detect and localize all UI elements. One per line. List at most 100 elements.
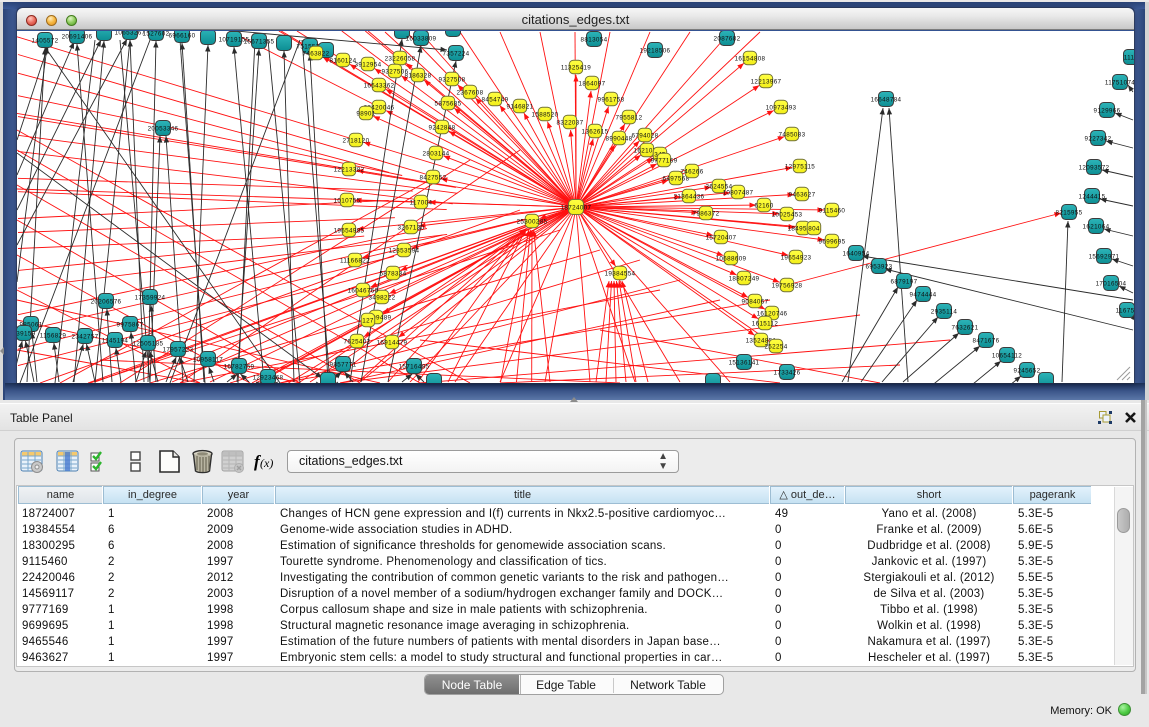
svg-text:8427552: 8427552 bbox=[420, 175, 447, 182]
svg-text:1640954: 1640954 bbox=[843, 251, 870, 258]
svg-text:804: 804 bbox=[808, 226, 820, 233]
svg-text:12353594: 12353594 bbox=[389, 248, 420, 255]
svg-text:8813054: 8813054 bbox=[581, 37, 608, 44]
svg-text:10958117: 10958117 bbox=[193, 357, 223, 364]
svg-text:8160124: 8160124 bbox=[330, 58, 357, 65]
svg-text:17016504: 17016504 bbox=[1096, 281, 1127, 288]
svg-text:3498222: 3498222 bbox=[369, 295, 396, 302]
svg-text:8215955: 8215955 bbox=[1056, 210, 1083, 217]
svg-text:7955812: 7955812 bbox=[616, 115, 643, 122]
svg-text:19654985: 19654985 bbox=[334, 228, 365, 235]
svg-text:9463627: 9463627 bbox=[789, 192, 816, 199]
svg-text:1362615: 1362615 bbox=[582, 129, 609, 136]
svg-text:127: 127 bbox=[362, 318, 374, 325]
svg-text:3912954: 3912954 bbox=[355, 62, 382, 69]
svg-text:10653267: 10653267 bbox=[115, 31, 146, 37]
svg-text:15720407: 15720407 bbox=[706, 235, 737, 242]
svg-text:12213382: 12213382 bbox=[334, 167, 365, 174]
svg-text:20691406: 20691406 bbox=[62, 34, 93, 41]
svg-text:6794028: 6794028 bbox=[632, 133, 659, 140]
svg-text:19654923: 19654923 bbox=[781, 255, 812, 262]
svg-text:9961758: 9961758 bbox=[598, 97, 625, 104]
svg-text:5875685: 5875685 bbox=[435, 101, 462, 108]
svg-text:6879197: 6879197 bbox=[891, 279, 918, 286]
svg-text:8322037: 8322037 bbox=[557, 120, 584, 127]
svg-text:2342757: 2342757 bbox=[72, 334, 99, 341]
svg-text:10654112: 10654112 bbox=[992, 353, 1022, 360]
svg-text:62160: 62160 bbox=[754, 203, 773, 210]
svg-text:15692971: 15692971 bbox=[1089, 254, 1120, 261]
svg-text:7485083: 7485083 bbox=[779, 132, 806, 139]
svg-text:2803144: 2803144 bbox=[423, 151, 450, 158]
svg-text:20053346: 20053346 bbox=[148, 126, 179, 133]
svg-text:2367608: 2367608 bbox=[457, 90, 484, 97]
svg-text:8186328: 8186328 bbox=[405, 73, 432, 80]
svg-text:8454749: 8454749 bbox=[482, 97, 509, 104]
svg-text:1117: 1117 bbox=[1124, 55, 1134, 62]
svg-text:16648784: 16648784 bbox=[871, 97, 902, 104]
svg-text:9474444: 9474444 bbox=[910, 292, 937, 299]
svg-text:19384554: 19384554 bbox=[605, 271, 636, 278]
svg-text:9975867: 9975867 bbox=[117, 322, 144, 329]
svg-text:9242848: 9242848 bbox=[429, 125, 456, 132]
svg-text:23226058: 23226058 bbox=[385, 56, 416, 63]
svg-text:252254: 252254 bbox=[764, 344, 787, 351]
svg-text:2935114: 2935114 bbox=[931, 309, 958, 316]
svg-text:10688609: 10688609 bbox=[716, 256, 747, 263]
svg-text:6953923: 6953923 bbox=[866, 264, 893, 271]
svg-text:17359924: 17359924 bbox=[135, 295, 166, 302]
svg-text:12093572: 12093572 bbox=[1079, 165, 1110, 172]
svg-text:16914479: 16914479 bbox=[377, 340, 408, 347]
svg-text:7986372: 7986372 bbox=[693, 211, 720, 218]
svg-text:9245652: 9245652 bbox=[1014, 368, 1041, 375]
svg-text:18807249: 18807249 bbox=[729, 276, 760, 283]
svg-text:16782759: 16782759 bbox=[224, 364, 255, 371]
svg-text:20206576: 20206576 bbox=[91, 299, 122, 306]
svg-text:3267130: 3267130 bbox=[398, 225, 425, 232]
svg-text:12923468: 12923468 bbox=[253, 375, 284, 382]
svg-text:7463822: 7463822 bbox=[303, 51, 330, 58]
svg-text:2087682: 2087682 bbox=[714, 36, 741, 43]
svg-text:9857771: 9857771 bbox=[330, 362, 357, 369]
svg-text:9146821: 9146821 bbox=[507, 104, 534, 111]
svg-text:116753: 116753 bbox=[1116, 308, 1134, 315]
svg-text:9227342: 9227342 bbox=[1085, 136, 1112, 143]
svg-text:1010755: 1010755 bbox=[334, 198, 361, 205]
svg-text:8471676: 8471676 bbox=[973, 338, 1000, 345]
svg-text:746266: 746266 bbox=[680, 169, 703, 176]
svg-text:11325419: 11325419 bbox=[561, 65, 591, 72]
svg-text:9084067: 9084067 bbox=[742, 299, 769, 306]
svg-text:12505185: 12505185 bbox=[133, 341, 164, 348]
svg-text:5878334: 5878334 bbox=[380, 271, 407, 278]
svg-text:1864097: 1864097 bbox=[579, 81, 606, 88]
svg-text:7632621: 7632621 bbox=[952, 325, 979, 332]
svg-text:16543362: 16543362 bbox=[364, 83, 395, 90]
svg-text:1145194: 1145194 bbox=[102, 338, 129, 345]
svg-text:9699695: 9699695 bbox=[819, 239, 846, 246]
svg-text:18724007: 18724007 bbox=[561, 205, 592, 212]
svg-text:11166822: 11166822 bbox=[340, 258, 370, 265]
svg-text:10807487: 10807487 bbox=[723, 190, 754, 197]
svg-text:1733426: 1733426 bbox=[774, 370, 801, 377]
svg-text:6966160: 6966160 bbox=[169, 33, 196, 40]
svg-text:15716485: 15716485 bbox=[399, 364, 430, 371]
svg-text:1588520: 1588520 bbox=[532, 112, 559, 119]
svg-text:9115460: 9115460 bbox=[819, 208, 846, 215]
svg-text:8990448: 8990448 bbox=[606, 136, 633, 143]
svg-text:1244415: 1244415 bbox=[1079, 194, 1106, 201]
svg-text:1156829: 1156829 bbox=[40, 333, 67, 340]
svg-text:1615112: 1615112 bbox=[752, 321, 779, 328]
svg-text:16033809: 16033809 bbox=[406, 36, 437, 43]
svg-text:2718120: 2718120 bbox=[343, 138, 370, 145]
svg-text:1405572: 1405572 bbox=[32, 38, 59, 45]
svg-text:21364436: 21364436 bbox=[674, 194, 705, 201]
svg-text:6497568: 6497568 bbox=[663, 176, 690, 183]
svg-text:19218506: 19218506 bbox=[640, 48, 671, 55]
svg-text:117004: 117004 bbox=[410, 200, 433, 207]
svg-text:1621064: 1621064 bbox=[1083, 224, 1110, 231]
svg-text:16154808: 16154808 bbox=[735, 56, 766, 63]
svg-text:(x): (x) bbox=[260, 456, 273, 470]
svg-text:7357224: 7357224 bbox=[443, 51, 470, 58]
svg-text:16046766: 16046766 bbox=[348, 288, 379, 295]
svg-text:17957223: 17957223 bbox=[163, 347, 194, 354]
